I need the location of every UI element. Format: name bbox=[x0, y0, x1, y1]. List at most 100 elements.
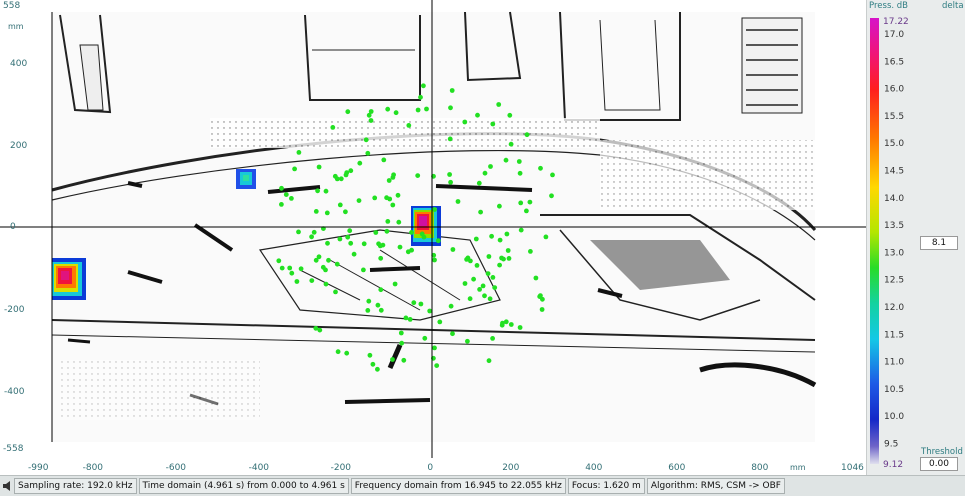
mic-point bbox=[347, 228, 353, 234]
mic-point bbox=[539, 307, 545, 312]
mic-point bbox=[309, 278, 315, 283]
y-unit-label: mm bbox=[8, 22, 24, 31]
mic-point bbox=[345, 109, 351, 115]
mic-point bbox=[427, 308, 433, 314]
focus-status: Focus: 1.620 m bbox=[567, 478, 645, 494]
mic-point bbox=[361, 267, 366, 273]
mic-point bbox=[524, 208, 529, 214]
scale-tick-label: 13.0 bbox=[884, 248, 904, 258]
mic-point bbox=[418, 301, 424, 307]
scale-tick-label: 16.0 bbox=[884, 85, 904, 95]
mic-point bbox=[401, 357, 407, 363]
mic-point bbox=[473, 236, 479, 242]
mic-point bbox=[527, 199, 533, 205]
mic-point bbox=[507, 112, 513, 118]
mic-point bbox=[403, 315, 409, 321]
mic-point bbox=[450, 247, 456, 252]
mic-point bbox=[396, 219, 402, 225]
x-min-label: -990 bbox=[28, 463, 49, 473]
mic-point bbox=[538, 165, 543, 171]
scale-tick-label: 15.5 bbox=[884, 112, 904, 122]
mic-point bbox=[335, 349, 341, 355]
mic-point bbox=[309, 234, 314, 240]
mic-point bbox=[324, 210, 330, 216]
mic-point bbox=[405, 249, 411, 255]
threshold-input[interactable]: 0.00 bbox=[920, 457, 958, 471]
mic-point bbox=[549, 193, 554, 199]
mic-point bbox=[292, 166, 297, 172]
mic-point bbox=[287, 265, 293, 271]
mic-point bbox=[528, 249, 533, 254]
mic-point bbox=[418, 94, 423, 100]
algorithm-status: Algorithm: RMS, CSM -> OBF bbox=[646, 478, 785, 494]
mic-point bbox=[503, 157, 509, 163]
x-tick-label: 400 bbox=[585, 463, 602, 473]
speaker-icon[interactable] bbox=[2, 480, 12, 492]
mic-point bbox=[381, 157, 387, 163]
mic-point bbox=[326, 257, 331, 263]
mic-point bbox=[296, 229, 301, 235]
mic-point bbox=[490, 275, 496, 280]
mic-point bbox=[550, 172, 555, 178]
mic-point bbox=[516, 159, 522, 164]
mic-point bbox=[424, 106, 429, 112]
mic-point bbox=[455, 199, 461, 204]
x-tick-label: -200 bbox=[331, 463, 352, 473]
mic-point bbox=[524, 132, 530, 138]
scale-tick-labels: 17.0 16.5 16.0 15.5 15.0 14.5 14.0 13.5 13.0 12.5… bbox=[884, 30, 904, 450]
mic-point bbox=[488, 164, 493, 169]
scale-tick-label: 12.5 bbox=[884, 276, 904, 286]
mic-point bbox=[368, 118, 374, 123]
mic-point bbox=[298, 266, 304, 272]
mic-point bbox=[393, 110, 399, 116]
mic-point bbox=[373, 230, 379, 235]
x-max-label: 1046 bbox=[841, 463, 864, 473]
mic-point bbox=[276, 258, 282, 264]
scale-tick-label: 15.0 bbox=[884, 139, 904, 149]
hotspot-upper[interactable] bbox=[236, 169, 256, 189]
mic-point bbox=[289, 196, 294, 201]
acoustic-map-plot[interactable]: 558 mm 400 200 0 -200 -400 -558 -990 -800 -60… bbox=[0, 0, 866, 475]
mic-point bbox=[348, 168, 354, 174]
y-tick-label: -400 bbox=[4, 387, 25, 397]
mic-point bbox=[476, 180, 482, 186]
mic-point bbox=[398, 330, 404, 336]
mic-point bbox=[506, 256, 512, 261]
scale-tick-label: 11.0 bbox=[884, 358, 904, 368]
mic-point bbox=[343, 209, 348, 215]
mic-point bbox=[343, 172, 349, 178]
mic-point bbox=[490, 336, 495, 341]
scale-tick-label: 9.5 bbox=[884, 440, 898, 450]
mic-point bbox=[315, 188, 320, 194]
y-tick-label: 200 bbox=[10, 141, 27, 151]
mic-point bbox=[449, 88, 455, 93]
x-tick-label: -600 bbox=[166, 463, 187, 473]
mic-point bbox=[333, 289, 338, 295]
mic-point bbox=[492, 285, 498, 290]
mic-point bbox=[323, 188, 329, 194]
mic-point bbox=[422, 335, 428, 341]
mic-point bbox=[432, 345, 437, 351]
x-tick-label: -400 bbox=[249, 463, 270, 473]
beamforming-image[interactable]: 558 mm 400 200 0 -200 -400 -558 -990 -800 -60… bbox=[0, 0, 866, 475]
status-bar: Sampling rate: 192.0 kHz Time domain (4.… bbox=[0, 475, 965, 496]
mic-point bbox=[384, 228, 390, 234]
range-value-box[interactable]: 8.1 bbox=[920, 236, 958, 250]
mic-point bbox=[486, 358, 492, 364]
mic-point bbox=[448, 303, 454, 309]
mic-point bbox=[482, 170, 488, 176]
mic-point bbox=[377, 243, 383, 249]
mic-point bbox=[365, 150, 371, 156]
hotspot-left[interactable] bbox=[52, 258, 86, 300]
mic-point bbox=[370, 361, 376, 367]
mic-point bbox=[391, 172, 396, 178]
mic-point bbox=[432, 207, 437, 212]
mic-point bbox=[395, 192, 401, 198]
mic-point bbox=[279, 202, 284, 207]
mic-point bbox=[508, 141, 514, 147]
mic-point bbox=[447, 136, 453, 142]
mic-point bbox=[518, 227, 524, 233]
x-tick-label: 600 bbox=[668, 463, 685, 473]
mic-point bbox=[448, 105, 453, 111]
mic-point bbox=[467, 296, 473, 302]
